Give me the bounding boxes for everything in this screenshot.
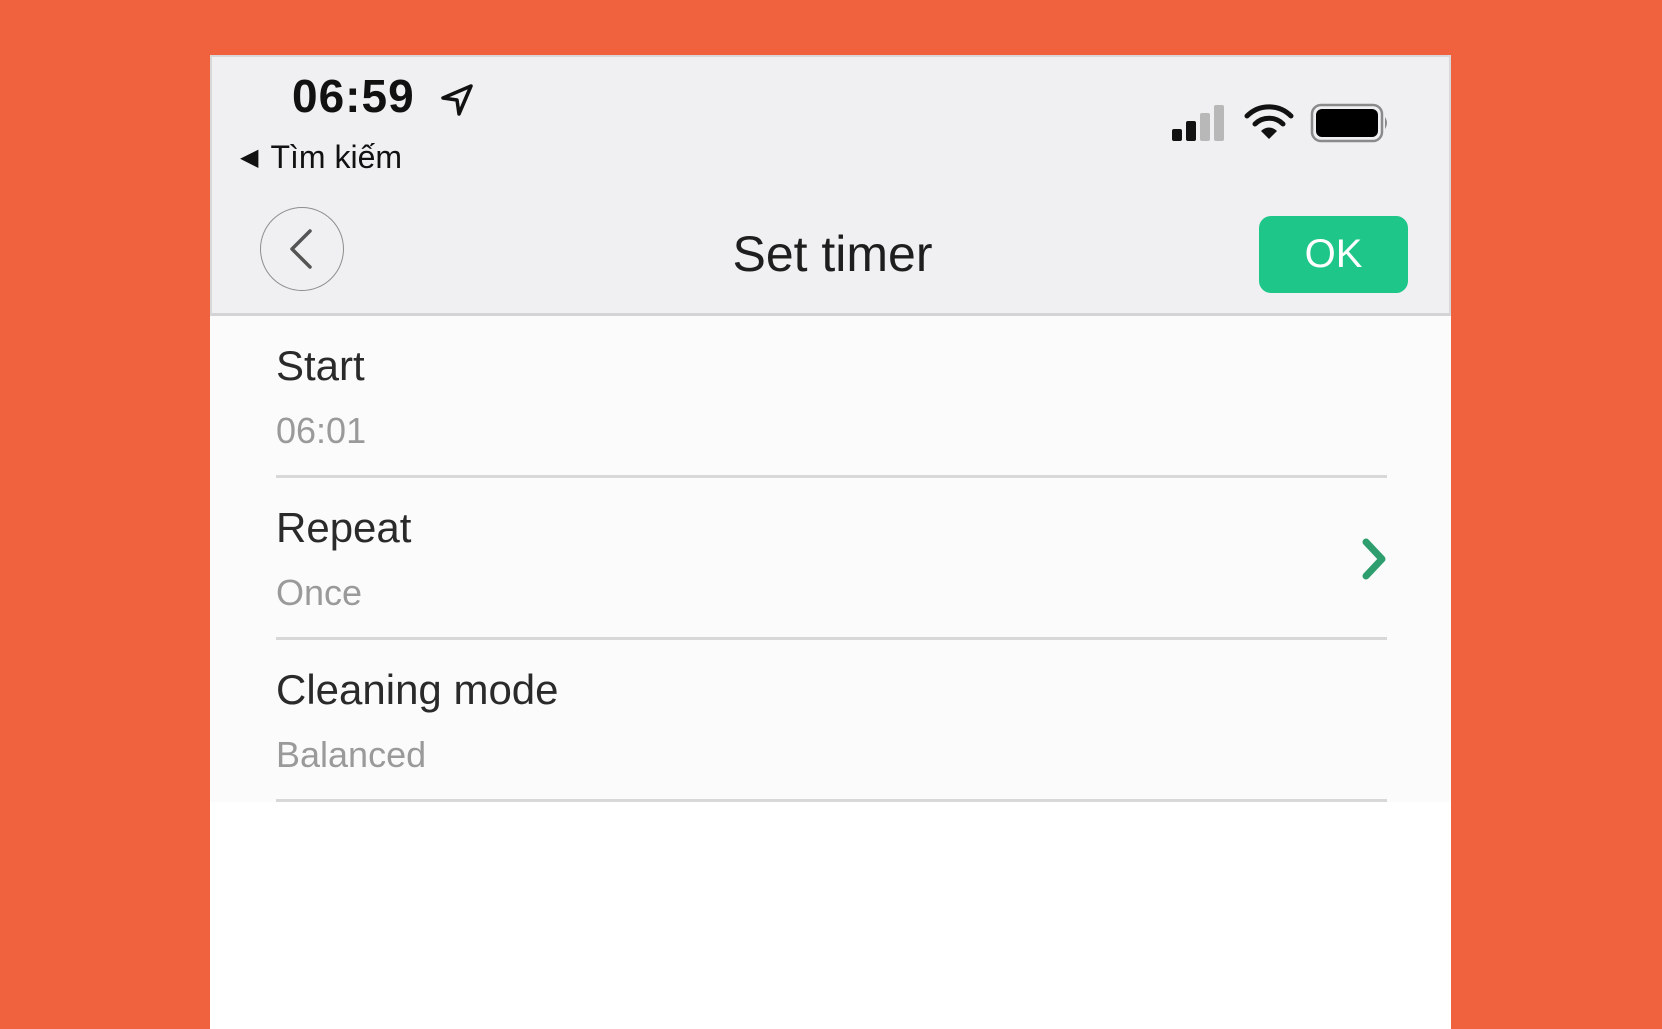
setting-row-cleaning-mode[interactable]: Cleaning mode Balanced xyxy=(276,640,1387,802)
setting-row-start[interactable]: Start 06:01 xyxy=(276,316,1387,478)
back-app-label: Tìm kiếm xyxy=(270,139,403,175)
back-triangle-icon: ◀ xyxy=(240,144,259,171)
setting-value: Balanced xyxy=(276,734,427,775)
setting-value: Once xyxy=(276,572,363,613)
setting-label: Start xyxy=(276,342,365,389)
location-arrow-icon xyxy=(440,83,474,122)
header: 06:59 ◀ Tìm kiếm Set timer OK xyxy=(210,55,1451,316)
back-to-app-link[interactable]: ◀ Tìm kiếm xyxy=(240,139,402,176)
settings-list: Start 06:01 Repeat Once Cleaning mode Ba… xyxy=(210,316,1451,802)
setting-value: 06:01 xyxy=(276,410,367,451)
setting-label: Cleaning mode xyxy=(276,666,559,713)
chevron-right-icon xyxy=(1361,538,1387,585)
phone-screen: 06:59 ◀ Tìm kiếm Set timer OK Start 06:0… xyxy=(210,55,1451,1029)
cellular-signal-icon xyxy=(1172,105,1224,141)
ok-button[interactable]: OK xyxy=(1259,216,1408,293)
wifi-icon xyxy=(1244,104,1294,139)
setting-row-repeat[interactable]: Repeat Once xyxy=(276,478,1387,640)
setting-label: Repeat xyxy=(276,504,412,551)
battery-icon xyxy=(1310,103,1387,143)
status-time: 06:59 xyxy=(292,70,415,122)
